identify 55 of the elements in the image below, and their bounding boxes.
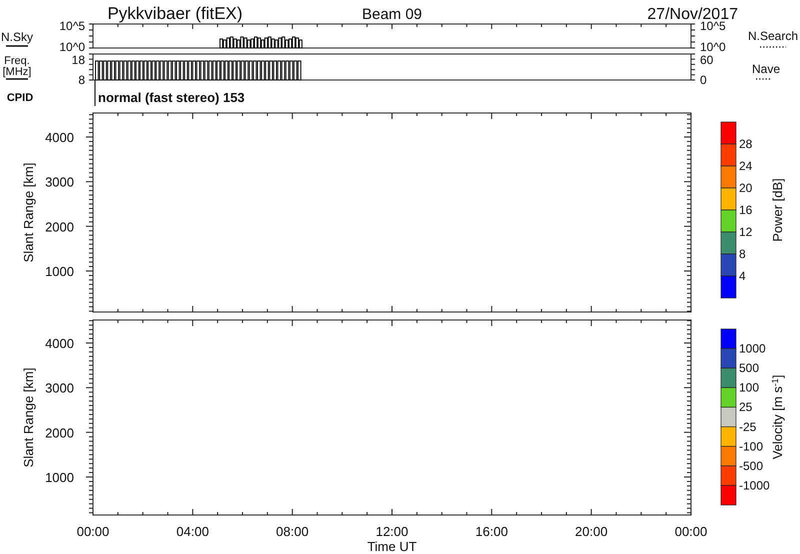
- axis-label: Nave: [752, 62, 780, 76]
- tick-label: 10^5: [59, 19, 85, 33]
- tick-label: 08:00: [276, 524, 309, 539]
- colorbar-label: -100: [739, 439, 764, 454]
- axis-label: N.Search: [748, 29, 798, 43]
- colorbar-label: 4: [739, 269, 746, 283]
- axis-label: Time UT: [367, 539, 417, 554]
- legend-line: [6, 45, 28, 47]
- tick-label: 3000: [45, 174, 74, 190]
- mode-marker: [94, 80, 96, 106]
- tick-label: 16:00: [475, 524, 508, 539]
- tick-label: 4000: [45, 336, 74, 351]
- axis-label: N.Sky: [1, 30, 33, 44]
- colorbar-label: 24: [739, 159, 752, 173]
- tick-label: 8: [78, 73, 85, 87]
- legend-line: [6, 78, 28, 80]
- tick-label: 1000: [45, 470, 74, 485]
- colorbar-label: 25: [739, 400, 752, 414]
- tick-label: 20:00: [575, 524, 608, 539]
- tick-label: 18: [72, 53, 85, 67]
- axis-label: [MHz]: [2, 66, 32, 78]
- axis-label: Slant Range [km]: [21, 162, 36, 262]
- tick-label: 04:00: [176, 524, 209, 539]
- colorbar-label: -500: [739, 458, 764, 473]
- colorbar-label: 100: [739, 380, 760, 395]
- tick-label: 2000: [45, 425, 74, 440]
- axis-label: Slant Range [km]: [21, 368, 36, 468]
- legend-line: [760, 46, 786, 48]
- tick-label: 10^0: [59, 40, 85, 54]
- tick-label: 1000: [45, 264, 74, 279]
- tick-label: 10^0: [700, 40, 726, 54]
- legend-line: [756, 78, 772, 80]
- colorbar-title: Power [dB]: [770, 178, 786, 242]
- beam-label: Beam 09: [362, 6, 422, 23]
- colorbar-label: 20: [739, 181, 752, 195]
- colorbar-label: 8: [739, 247, 746, 261]
- tick-label: 60: [700, 53, 714, 67]
- axis-label: CPID: [6, 92, 34, 104]
- colorbar-label: 1000: [739, 342, 766, 356]
- colorbar-label: 28: [739, 137, 752, 151]
- tick-label: 0: [700, 73, 707, 87]
- colorbar-label: 500: [739, 361, 760, 376]
- tick-label: 4000: [45, 130, 74, 145]
- tick-label: 12:00: [376, 524, 408, 539]
- axis-label: Freq.: [4, 55, 30, 67]
- colorbar-label: 12: [739, 225, 752, 239]
- tick-label: 3000: [45, 380, 74, 396]
- colorbar-label: 16: [739, 203, 752, 217]
- cpid-text: normal (fast stereo) 153: [98, 90, 245, 105]
- tick-label: 2000: [45, 219, 74, 234]
- colorbar-label: -1000: [739, 478, 770, 492]
- tick-label: 00:00: [674, 524, 708, 539]
- tick-label: 00:00: [76, 524, 110, 539]
- plot-title: Pykkvibaer (fitEX): [107, 4, 243, 23]
- colorbar-label: -25: [739, 420, 756, 434]
